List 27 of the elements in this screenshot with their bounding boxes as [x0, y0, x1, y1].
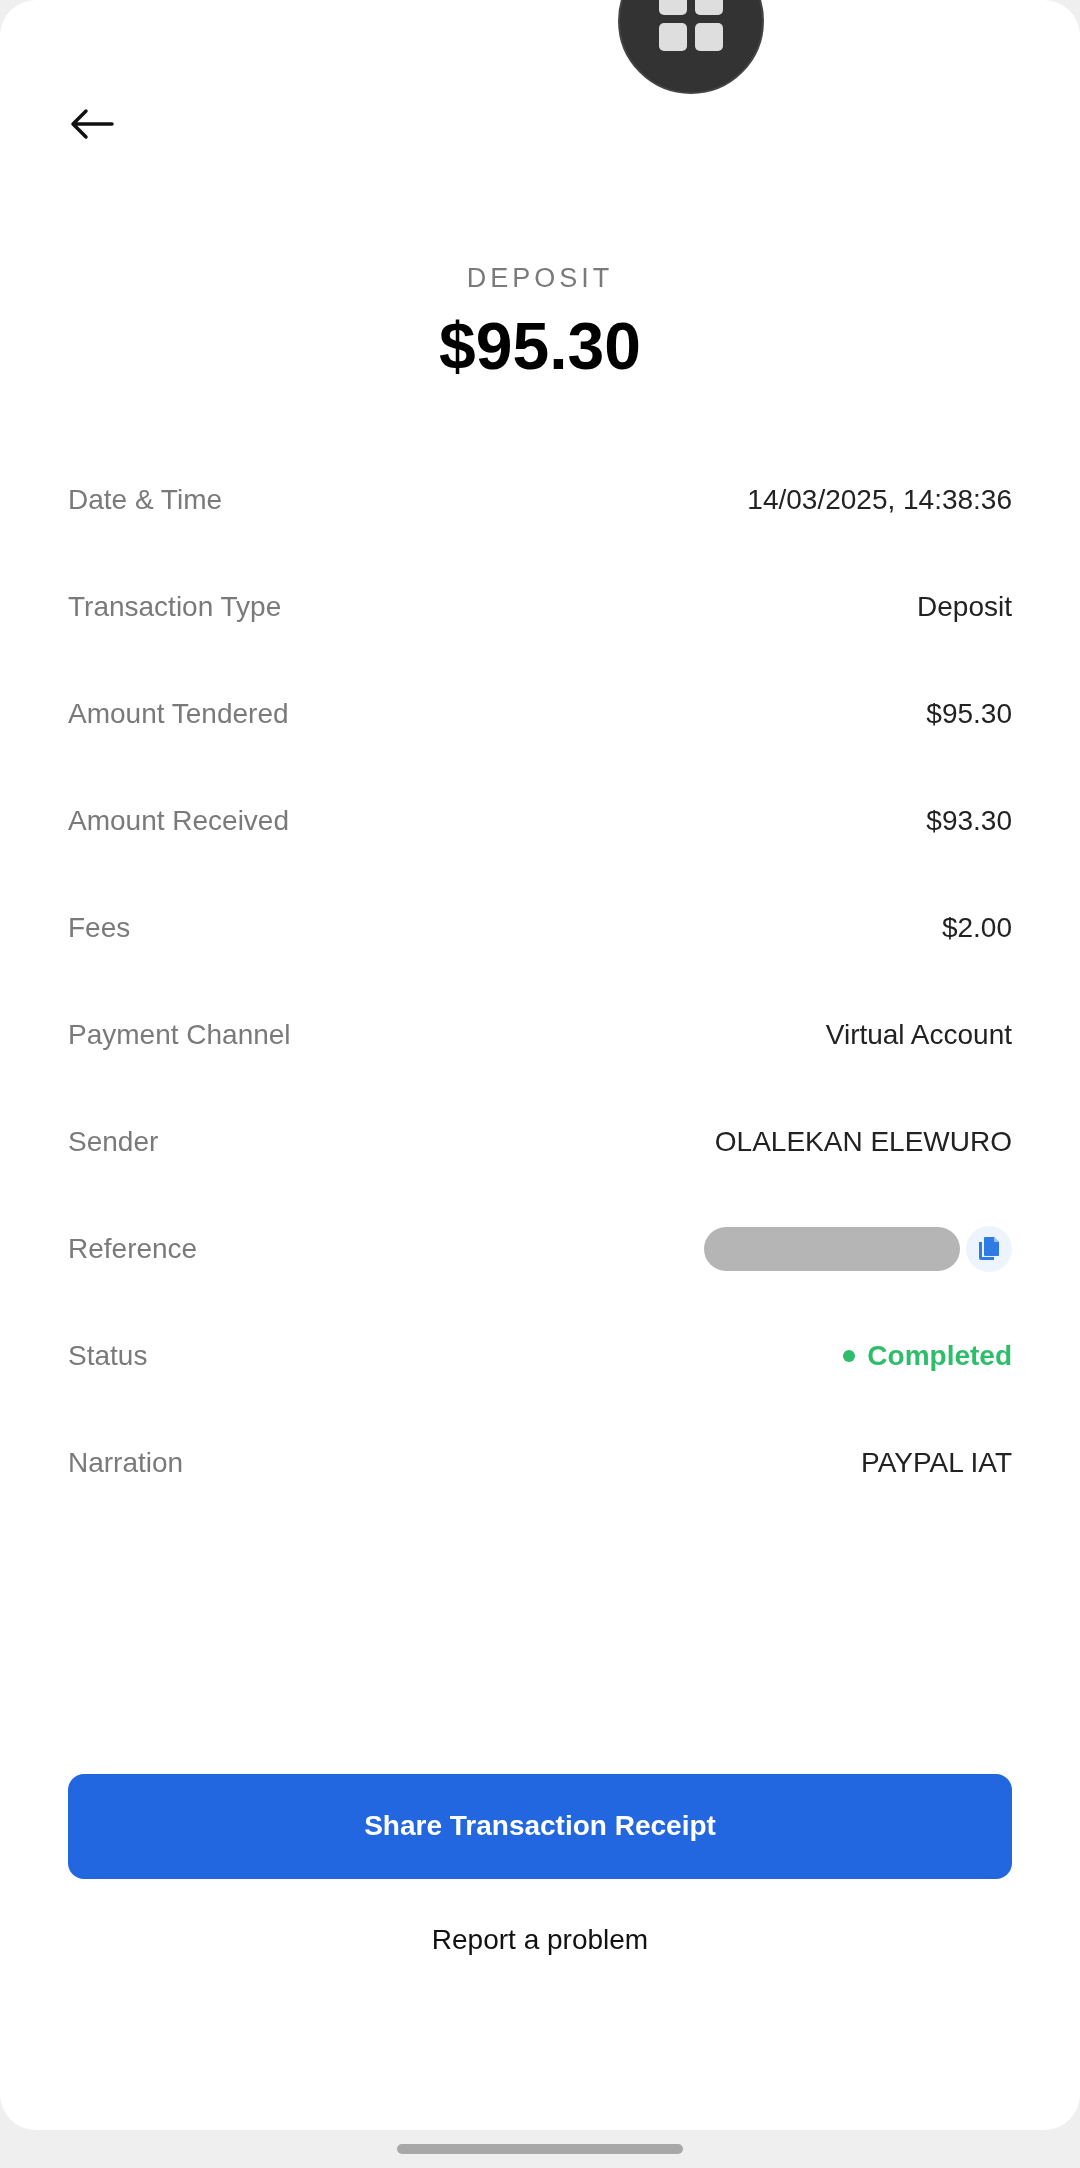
detail-label: Amount Received — [68, 804, 289, 838]
detail-value: 14/03/2025, 14:38:36 — [747, 483, 1012, 517]
detail-value: $93.30 — [926, 804, 1012, 838]
detail-label: Transaction Type — [68, 590, 282, 624]
detail-value: PAYPAL IAT — [861, 1446, 1012, 1480]
report-problem-link[interactable]: Report a problem — [431, 1918, 649, 1961]
amount-title: $95.30 — [439, 312, 641, 379]
detail-label: Sender — [68, 1125, 159, 1159]
detail-label: Fees — [68, 911, 131, 945]
detail-value: Deposit — [917, 590, 1012, 624]
detail-label: Reference — [68, 1232, 198, 1266]
detail-label: Narration — [68, 1446, 184, 1480]
grid-icon — [656, 0, 726, 54]
detail-value: $2.00 — [941, 911, 1012, 945]
detail-label: Status — [68, 1339, 148, 1373]
detail-value: Virtual Account — [825, 1018, 1012, 1052]
back-arrow-icon — [70, 108, 114, 140]
copy-icon — [977, 1236, 1001, 1262]
transaction-type-label: DEPOSIT — [466, 262, 614, 295]
detail-label: Amount Tendered — [68, 697, 289, 731]
status-value: Completed — [867, 1339, 1012, 1373]
detail-label: Payment Channel — [68, 1018, 291, 1052]
detail-label: Date & Time — [68, 483, 223, 517]
copy-button[interactable] — [966, 1226, 1012, 1272]
detail-value: OLALEKAN ELEWURO — [714, 1125, 1012, 1159]
detail-value: $95.30 — [926, 697, 1012, 731]
share-receipt-button[interactable]: Share Transaction Receipt — [68, 1773, 1012, 1879]
